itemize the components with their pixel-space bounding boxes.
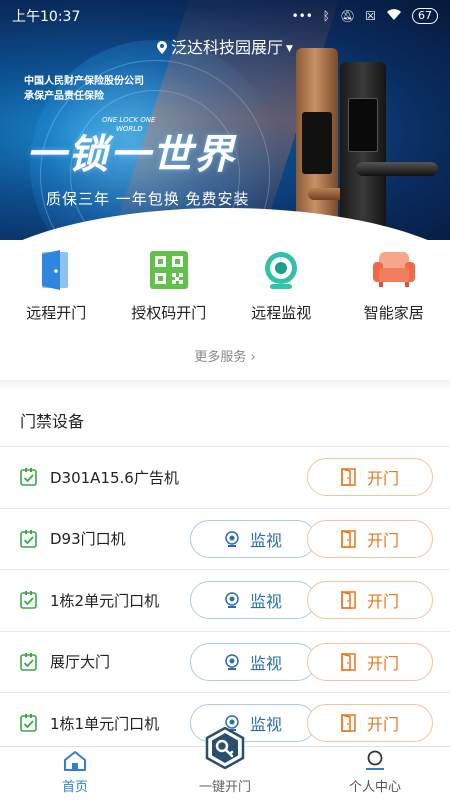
sim-icon: ☒ [365,9,376,23]
device-row: D301A15.6广告机 开门 [0,446,450,508]
open-door-button-label: 开门 [366,592,399,612]
monitor-button[interactable]: 监视 [190,642,316,681]
door-open-icon [341,529,367,548]
device-name: 展厅大门 [50,653,111,672]
quick-action-remote-monitor[interactable]: 远程监视 [225,248,338,323]
monitor-button-label: 监视 [249,592,282,612]
nav-home-label: 首页 [61,780,88,795]
mute-icon: 🔕︎ [340,9,356,23]
home-icon [64,751,86,771]
quick-actions: 远程开门 授权码开门 远程监视 智能家居 [0,248,450,323]
insurer-text: 中国人民财产保险股份公司 承保产品责任保险 [24,76,144,102]
device-check-icon [20,468,38,487]
device-row: D93门口机 监视 开门 [0,507,450,570]
battery-icon: 67 [412,8,438,24]
qr-code-icon [147,248,191,292]
monitor-button[interactable]: 监视 [190,519,316,558]
user-icon [366,750,384,770]
device-row: 展厅大门 监视 开门 [0,630,450,693]
door-open-icon [341,591,367,609]
device-name: D301A15.6广告机 [50,468,179,487]
chevron-right-icon: › [246,350,256,365]
lock-product-image-1 [296,48,374,234]
device-check-icon [20,591,38,610]
open-door-button[interactable]: 开门 [307,519,433,558]
monitor-button-label: 监视 [249,530,282,550]
door-open-icon [341,714,367,732]
nav-profile-label: 个人中心 [348,780,401,795]
monitor-button-label: 监视 [249,653,282,673]
quick-action-auth-code[interactable]: 授权码开门 [113,248,226,323]
device-check-icon [20,714,38,733]
status-bar: 上午10:37 ••• ᛒ 🔕︎ ☒ 67 [0,0,450,32]
open-door-button[interactable]: 开门 [307,458,433,497]
one-key-open-icon[interactable] [204,727,246,769]
quick-action-smart-home[interactable]: 智能家居 [338,248,450,323]
more-dots-icon: ••• [291,9,313,23]
more-services-link[interactable]: 更多服务 › [0,346,450,365]
door-open-icon [341,652,367,671]
device-row: 1栋2单元门口机 监视 开门 [0,569,450,631]
open-door-button-label: 开门 [366,530,399,550]
sofa-icon [372,248,416,292]
quick-action-remote-open[interactable]: 远程开门 [0,248,113,323]
more-services-label: 更多服务 [194,350,247,365]
location-label: 泛达科技园展厅 [171,38,284,57]
device-list: D301A15.6广告机 开门 D93门口机 监视 开门 1栋2单元门口机 监视 开门 展厅大门… [0,446,450,754]
section-title: 门禁设备 [20,412,85,431]
location-selector[interactable]: 泛达科技园展厅 ▼ [0,34,450,58]
device-check-icon [20,529,38,548]
quick-action-label: 远程开门 [26,304,87,322]
device-check-icon [20,652,38,671]
monitor-button-label: 监视 [249,715,282,735]
nav-profile[interactable]: 个人中心 [300,747,450,800]
quick-action-label: 远程监视 [251,304,312,322]
monitor-eye-icon [224,531,250,547]
quick-action-label: 授权码开门 [131,304,207,322]
monitor-eye-icon [224,654,250,670]
door-open-icon [341,468,367,486]
status-time: 上午10:37 [12,9,81,25]
lock-product-image-2 [340,62,438,232]
app-screen: 中国人民财产保险股份公司 承保产品责任保险 ONE LOCK ONE WORLD… [0,0,450,800]
bluetooth-icon: ᛒ [322,9,330,23]
device-name: 1栋2单元门口机 [50,591,160,610]
open-door-button[interactable]: 开门 [307,581,433,620]
device-name: 1栋1单元门口机 [50,714,160,733]
location-pin-icon [157,41,168,54]
banner-slogan: 一锁一世界 [26,131,236,178]
wifi-icon [386,8,402,24]
caret-down-icon: ▼ [286,44,293,54]
monitor-eye-icon [224,592,250,609]
monitor-button[interactable]: 监视 [190,581,316,620]
camera-icon [259,248,303,292]
nav-home[interactable]: 首页 [0,747,150,800]
section-divider [0,380,450,392]
open-door-button-label: 开门 [366,715,399,735]
nav-one-key-label: 一键开门 [198,780,251,795]
door-icon [34,248,78,292]
device-name: D93门口机 [50,530,126,549]
open-door-button-label: 开门 [366,653,399,673]
open-door-button-label: 开门 [366,469,399,489]
banner-tagline: 质保三年 一年包换 免费安装 [46,190,250,208]
open-door-button[interactable]: 开门 [307,642,433,681]
quick-action-label: 智能家居 [363,304,424,322]
open-door-button[interactable]: 开门 [307,704,433,743]
